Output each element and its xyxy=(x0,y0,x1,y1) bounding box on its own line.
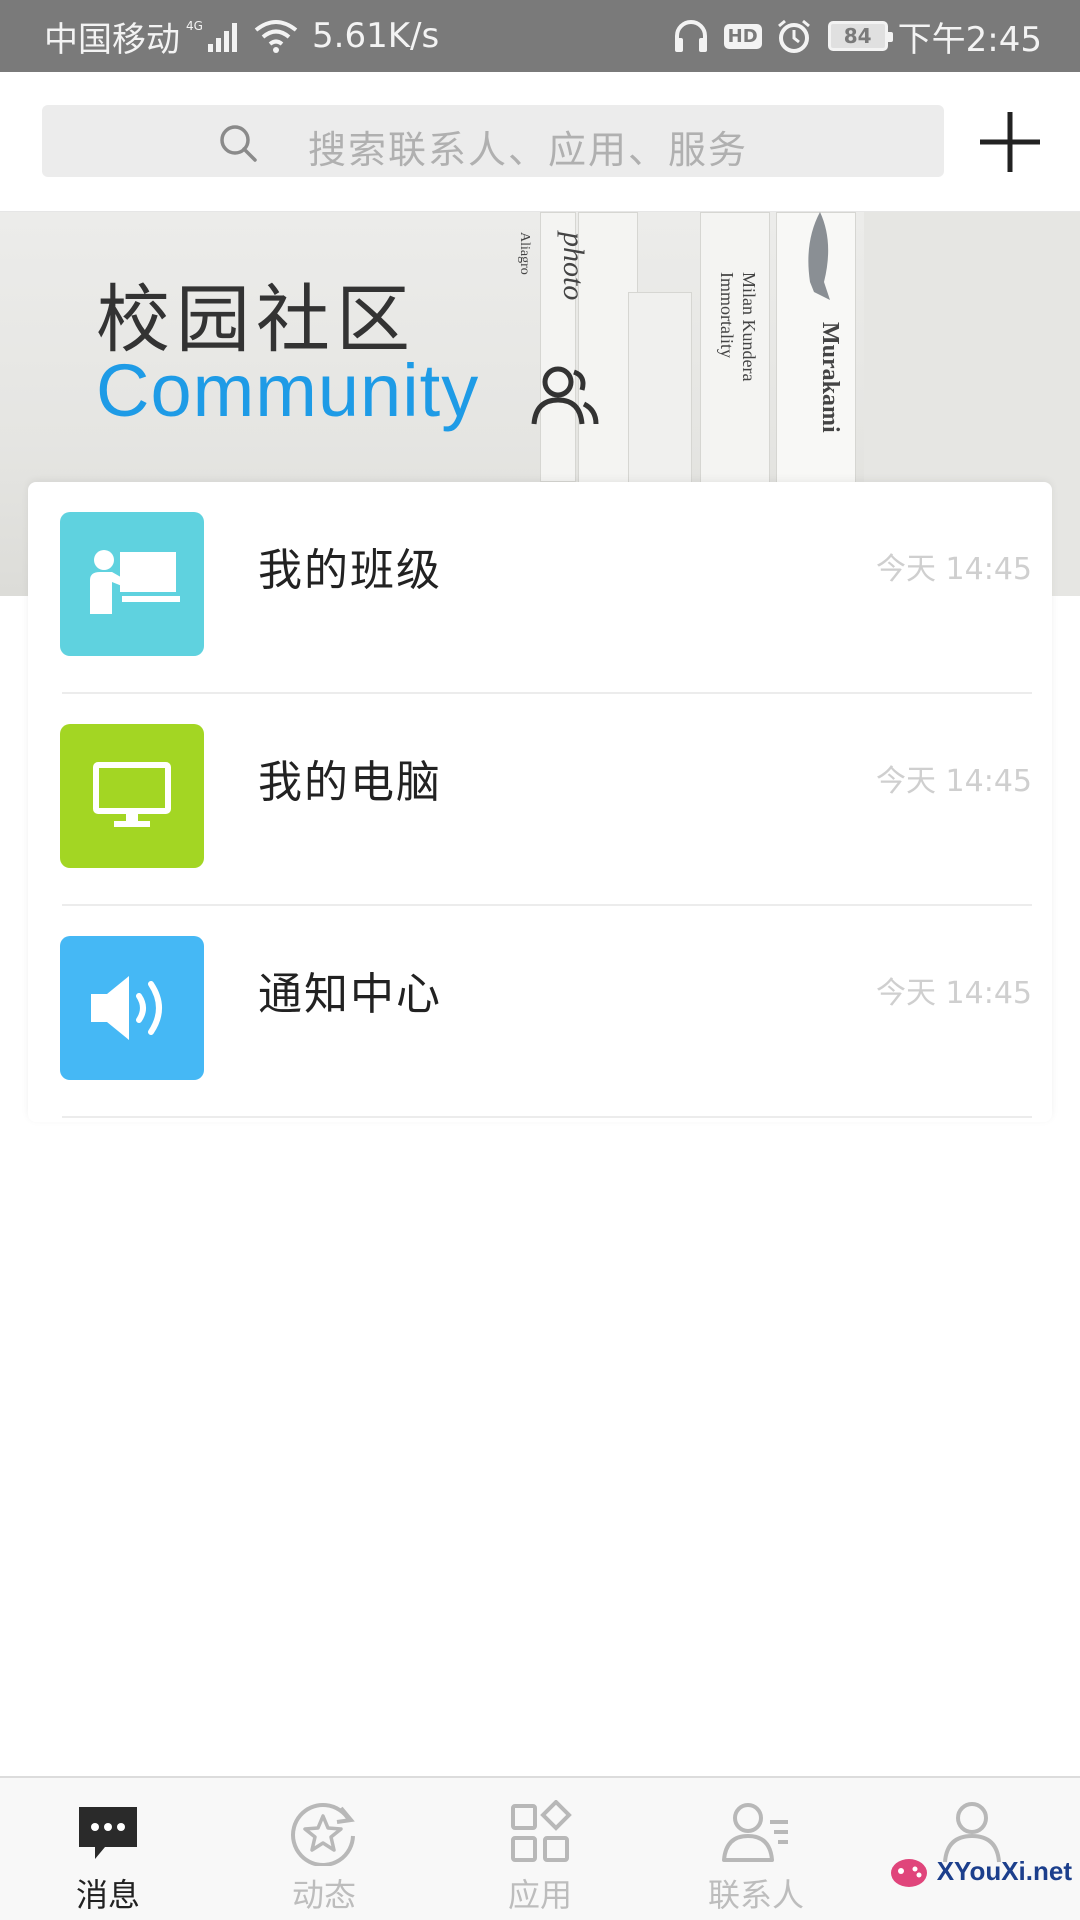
signal-icon: 4G xyxy=(186,18,242,54)
nav-tab-moments[interactable]: 动态 xyxy=(216,1778,432,1920)
nav-label: 联系人 xyxy=(707,1876,804,1914)
list-item[interactable]: 我的班级 今天 14:45 xyxy=(28,482,1052,694)
carrier-label: 中国移动 xyxy=(44,19,180,60)
add-button[interactable] xyxy=(970,102,1050,182)
item-time: 今天 14:45 xyxy=(876,764,1032,799)
monitor-icon xyxy=(93,762,171,827)
alarm-icon xyxy=(776,18,812,54)
app-icon xyxy=(60,936,204,1080)
watermark-text: XYouXi.net xyxy=(936,1856,1072,1886)
watermark-logo-icon xyxy=(889,1856,929,1890)
contacts-icon xyxy=(720,1798,792,1868)
banner-title-en: Community xyxy=(96,349,480,432)
wifi-icon xyxy=(254,18,298,54)
banner-book xyxy=(628,292,692,512)
item-time: 今天 14:45 xyxy=(876,552,1032,587)
network-label: 4G xyxy=(186,19,203,33)
nav-tab-messages[interactable]: 消息 xyxy=(0,1778,216,1920)
message-list: 我的班级 今天 14:45 我的电脑 今天 14:45 通知中心 今天 14:4… xyxy=(28,482,1052,1122)
network-speed: 5.61K/s xyxy=(312,16,440,56)
watermark: XYouXi.net xyxy=(889,1856,1072,1890)
teacher-board-icon xyxy=(90,550,180,614)
divider xyxy=(62,1116,1032,1118)
nav-label: 应用 xyxy=(507,1876,572,1914)
nav-label: 动态 xyxy=(291,1876,356,1914)
item-title: 我的电脑 xyxy=(258,757,442,808)
community-people-icon xyxy=(530,362,600,436)
banner-book xyxy=(700,212,770,512)
book-spine-text: photo xyxy=(557,232,590,301)
nav-tab-contacts[interactable]: 联系人 xyxy=(648,1778,864,1920)
clock: 下午2:45 xyxy=(897,19,1042,60)
battery-indicator: 84 xyxy=(827,21,893,51)
speaker-icon xyxy=(91,976,162,1040)
search-icon xyxy=(218,123,258,167)
list-item[interactable]: 通知中心 今天 14:45 xyxy=(28,906,1052,1118)
top-header: 搜索联系人、应用、服务 xyxy=(0,72,1080,212)
book-spine-text: Aliagro xyxy=(517,232,532,275)
plus-icon xyxy=(980,112,1040,172)
search-placeholder: 搜索联系人、应用、服务 xyxy=(308,128,749,172)
book-spine-text: Murakami xyxy=(817,322,843,433)
item-title: 通知中心 xyxy=(258,969,442,1020)
list-item[interactable]: 我的电脑 今天 14:45 xyxy=(28,694,1052,906)
search-input[interactable]: 搜索联系人、应用、服务 xyxy=(42,105,944,177)
app-icon xyxy=(60,724,204,868)
hd-badge: HD xyxy=(723,23,762,49)
apps-grid-icon xyxy=(507,1798,573,1868)
bottom-nav: 消息 动态 应用 联系人 xyxy=(0,1776,1080,1920)
book-spine-text: Milan Kundera xyxy=(739,272,759,382)
chat-bubble-icon xyxy=(75,1798,141,1868)
nav-label: 消息 xyxy=(75,1876,140,1914)
nav-tab-profile[interactable] xyxy=(864,1778,1080,1920)
headphones-icon xyxy=(672,18,710,54)
book-spine-text: Immortality xyxy=(717,272,737,358)
fish-icon xyxy=(800,212,840,306)
status-left: 中国移动 4G 5.61K/s xyxy=(44,16,440,60)
star-refresh-icon xyxy=(289,1798,359,1868)
item-time: 今天 14:45 xyxy=(876,976,1032,1011)
nav-tab-apps[interactable]: 应用 xyxy=(432,1778,648,1920)
status-bar: 中国移动 4G 5.61K/s HD 84 下午2:45 xyxy=(0,0,1080,72)
item-title: 我的班级 xyxy=(258,545,442,596)
status-right: HD 84 下午2:45 xyxy=(666,16,1042,60)
app-icon xyxy=(60,512,204,656)
